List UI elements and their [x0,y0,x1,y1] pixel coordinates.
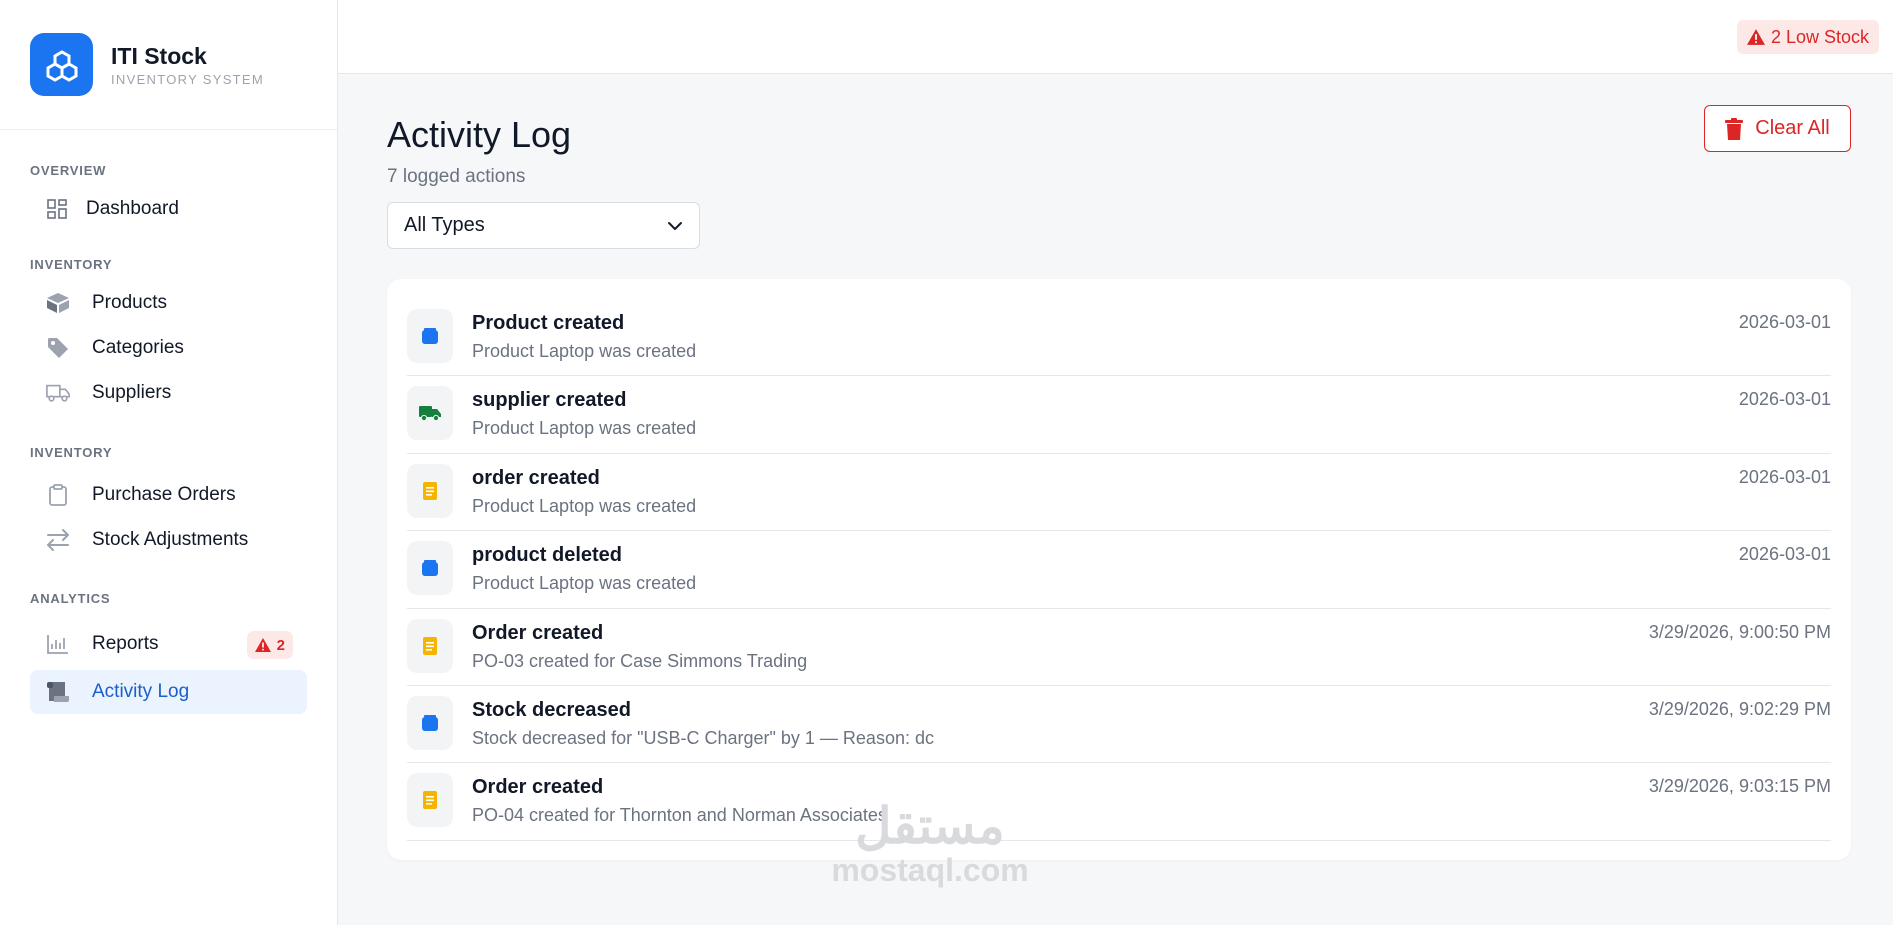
sidebar-item-reports[interactable]: Reports 2 [30,622,307,666]
reports-alert-badge: 2 [246,631,293,659]
page-subtitle: 7 logged actions [387,166,526,187]
document-icon [407,618,453,673]
log-title: Order created [472,776,604,799]
log-title: Stock decreased [472,698,631,721]
list-item: supplier created Product Laptop was crea… [407,376,1831,454]
log-timestamp: 3/29/2026, 9:03:15 PM [1648,776,1831,797]
log-title: order created [472,466,600,489]
list-item: Order created PO-04 created for Thornton… [407,763,1831,841]
sidebar-item-purchase-orders[interactable]: Purchase Orders [30,473,307,517]
section-label: INVENTORY [30,445,113,460]
sidebar-item-label: Dashboard [86,198,179,219]
low-stock-alert[interactable]: 2 Low Stock [1736,20,1879,54]
top-bar: 2 Low Stock [338,0,1893,74]
log-timestamp: 2026-03-01 [1738,312,1831,332]
watermark-arabic: مستقل [855,798,1005,854]
list-item: product deleted Product Laptop was creat… [407,531,1831,609]
list-item: Product created Product Laptop was creat… [407,299,1831,377]
clipboard-icon [46,483,70,507]
log-timestamp: 2026-03-01 [1738,466,1831,487]
log-description: PO-03 created for Case Simmons Trading [472,650,808,671]
log-timestamp: 3/29/2026, 9:02:29 PM [1648,698,1831,719]
log-description: Product Laptop was created [472,573,697,594]
logo-icon [30,33,93,96]
list-item: order created Product Laptop was created… [407,454,1831,532]
sidebar-item-stock-adjustments[interactable]: Stock Adjustments [30,518,307,562]
sidebar-item-label: Activity Log [92,681,190,702]
watermark: مستقل mostaql.com [830,800,1030,888]
box-icon [407,541,453,596]
box-icon [46,291,70,315]
swap-icon [46,528,70,552]
section-label: OVERVIEW [30,163,107,178]
sidebar-item-label: Suppliers [92,382,172,403]
chevron-down-icon [668,221,682,230]
section-label: ANALYTICS [30,591,111,606]
log-title: product deleted [472,544,623,567]
sidebar-nav: OVERVIEW Dashboard INVENTORY Products Ca… [0,163,337,714]
grid-icon [45,197,69,221]
section-label: INVENTORY [30,257,113,272]
brand-subtitle: INVENTORY SYSTEM [111,72,265,87]
truck-icon [407,386,453,441]
trash-icon [1725,117,1744,140]
chart-icon [46,632,70,656]
clear-all-button[interactable]: Clear All [1704,105,1851,152]
log-timestamp: 2026-03-01 [1738,389,1831,410]
log-description: Product Laptop was created [472,495,697,516]
log-timestamp: 3/29/2026, 9:00:50 PM [1648,621,1831,642]
low-stock-label: 2 Low Stock [1770,26,1869,47]
sidebar-item-products[interactable]: Products [30,281,307,325]
warning-icon [1746,29,1765,45]
sidebar-item-dashboard[interactable]: Dashboard [30,187,307,231]
warning-icon [254,638,271,652]
sidebar-item-label: Reports [92,633,159,654]
log-description: Product Laptop was created [472,418,697,439]
sidebar: ITI Stock INVENTORY SYSTEM OVERVIEW Dash… [0,0,338,925]
truck-icon [46,381,70,405]
log-timestamp: 2026-03-01 [1738,544,1831,565]
scroll-icon [46,680,70,704]
type-filter-value: All Types [404,214,485,236]
badge-count: 2 [276,636,285,654]
sidebar-item-label: Products [92,292,167,313]
tag-icon [46,336,70,360]
log-title: Order created [472,621,604,644]
document-icon [407,773,453,828]
box-icon [407,309,453,363]
sidebar-item-label: Purchase Orders [92,484,236,505]
sidebar-item-suppliers[interactable]: Suppliers [30,371,307,415]
clear-all-label: Clear All [1755,117,1830,139]
page-title: Activity Log [387,114,572,155]
document-icon [407,463,453,518]
sidebar-item-label: Stock Adjustments [92,529,249,550]
sidebar-item-label: Categories [92,337,184,358]
log-title: Product created [472,312,625,334]
activity-log-list: Product created Product Laptop was creat… [387,279,1851,860]
sidebar-item-activity-log[interactable]: Activity Log [30,670,307,714]
type-filter-select[interactable]: All Types [387,202,700,249]
list-item: Order created PO-03 created for Case Sim… [407,609,1831,686]
list-item: Stock decreased Stock decreased for "USB… [407,686,1831,764]
box-icon [407,695,453,750]
brand-title: ITI Stock [111,43,207,69]
log-description: Stock decreased for "USB-C Charger" by 1… [472,727,934,748]
watermark-latin: mostaql.com [831,852,1029,888]
sidebar-item-categories[interactable]: Categories [30,326,307,370]
log-title: supplier created [472,389,627,412]
log-description: Product Laptop was created [472,341,697,361]
log-description: PO-04 created for Thornton and Norman As… [472,805,887,826]
brand: ITI Stock INVENTORY SYSTEM [0,0,337,130]
